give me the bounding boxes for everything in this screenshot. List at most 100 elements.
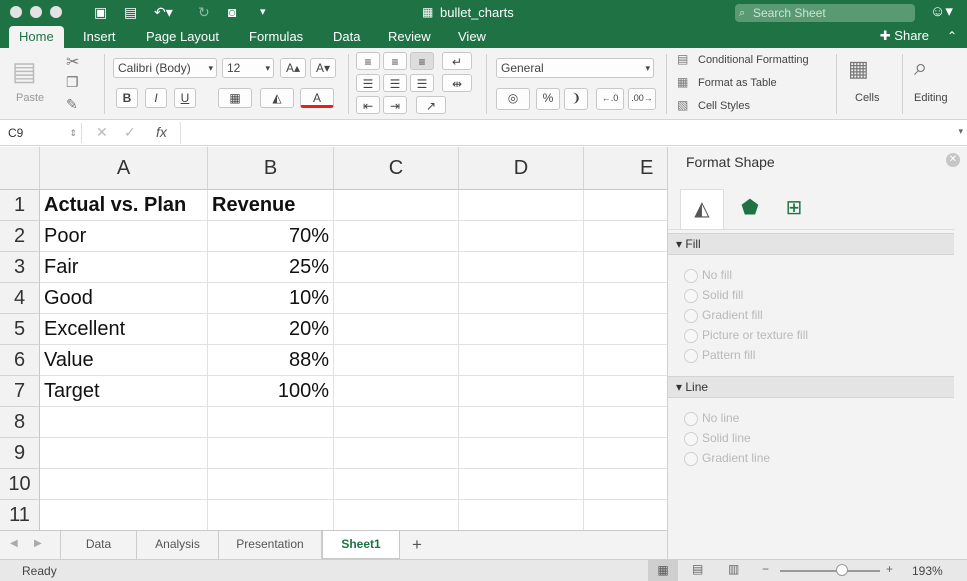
decrease-indent-button[interactable]: ⇤ [356,96,380,114]
normal-view-icon[interactable]: ▦ [648,560,678,581]
cell[interactable] [40,500,208,530]
cell[interactable] [459,221,584,252]
cell[interactable] [459,407,584,438]
tab-data[interactable]: Data [333,26,360,48]
zoom-slider-thumb[interactable] [836,564,848,576]
cell[interactable]: Fair [40,252,208,283]
comma-style-button[interactable]: ❩ [564,88,588,110]
no-line-option[interactable]: No line [684,410,739,426]
add-sheet-button[interactable]: + [412,535,422,555]
italic-button[interactable]: I [145,88,167,108]
cell[interactable] [208,438,334,469]
previous-sheet-icon[interactable]: ◀ [10,538,18,549]
picture-texture-fill-option[interactable]: Picture or texture fill [684,327,808,343]
cell[interactable] [334,376,459,407]
orientation-button[interactable]: ↗ [416,96,446,114]
row-header[interactable]: 3 [0,252,40,283]
column-header-a[interactable]: A [40,147,208,190]
cell[interactable]: 100% [208,376,334,407]
paste-icon[interactable]: ▤ [12,56,37,87]
row-header[interactable]: 1 [0,190,40,221]
cell[interactable]: Value [40,345,208,376]
cell[interactable] [334,345,459,376]
name-box[interactable]: C9 ⇕ [4,123,82,143]
undo-icon[interactable]: ↶▾ [154,4,173,20]
cell-styles-button[interactable]: Cell Styles [698,100,750,112]
cell[interactable] [334,221,459,252]
cell[interactable] [584,500,667,530]
line-section-header[interactable]: ▾ Line [668,376,954,398]
cell[interactable] [459,500,584,530]
font-name-select[interactable]: Calibri (Body) ▾ [113,58,217,78]
zoom-level[interactable]: 193% [912,564,943,578]
cell[interactable] [208,407,334,438]
gradient-line-option[interactable]: Gradient line [684,450,770,466]
increase-indent-button[interactable]: ⇥ [383,96,407,114]
column-header-b[interactable]: B [208,147,334,190]
sheet-tab-data[interactable]: Data [60,531,136,559]
cell[interactable] [584,345,667,376]
align-top-button[interactable]: ≡ [356,52,380,70]
customize-toolbar-icon[interactable]: ▾ [260,4,266,20]
zoom-slider[interactable] [780,570,880,572]
cell[interactable]: Revenue [208,190,334,221]
tab-home[interactable]: Home [9,26,64,48]
format-as-table-button[interactable]: Format as Table [698,77,777,89]
select-all-corner[interactable] [0,147,40,190]
fill-section-header[interactable]: ▾ Fill [668,233,954,255]
no-fill-option[interactable]: No fill [684,267,732,283]
cell[interactable] [208,500,334,530]
wrap-text-button[interactable]: ↵ [442,52,472,70]
cells-icon[interactable]: ▦ [848,56,869,82]
row-header[interactable]: 11 [0,500,40,530]
sidebar-toggle-icon[interactable]: ▣ [94,4,107,20]
cell[interactable] [40,438,208,469]
conditional-formatting-button[interactable]: Conditional Formatting [698,54,809,66]
align-right-button[interactable]: ☰ [410,74,434,92]
increase-font-size-button[interactable]: A▴ [280,58,306,78]
number-format-select[interactable]: General ▾ [496,58,654,78]
copy-icon[interactable]: ❐ [66,74,79,91]
tab-formulas[interactable]: Formulas [249,26,303,48]
font-size-select[interactable]: 12 ▾ [222,58,274,78]
cell[interactable] [584,221,667,252]
cut-icon[interactable]: ✂ [66,52,79,72]
fill-line-tab[interactable]: ◭ [680,189,724,229]
effects-tab[interactable]: ⬟ [728,189,772,229]
row-header[interactable]: 7 [0,376,40,407]
cell[interactable]: Target [40,376,208,407]
tab-view[interactable]: View [458,26,486,48]
tab-insert[interactable]: Insert [83,26,116,48]
cell[interactable] [584,438,667,469]
gradient-fill-option[interactable]: Gradient fill [684,307,763,323]
page-break-view-icon[interactable]: ▥ [728,562,739,576]
decrease-font-size-button[interactable]: A▾ [310,58,336,78]
merge-cells-button[interactable]: ⇹ [442,74,472,92]
tab-review[interactable]: Review [388,26,431,48]
cell[interactable]: 20% [208,314,334,345]
row-header[interactable]: 5 [0,314,40,345]
cell[interactable] [584,283,667,314]
column-header-c[interactable]: C [334,147,459,190]
increase-decimal-button[interactable]: ←.0 [596,88,624,110]
decrease-decimal-button[interactable]: .00→ [628,88,656,110]
share-button[interactable]: ✚ Share [880,28,929,44]
cell[interactable]: Good [40,283,208,314]
enter-icon[interactable]: ✓ [124,124,136,141]
tab-page-layout[interactable]: Page Layout [146,26,219,48]
column-header-e[interactable]: E [584,147,667,190]
zoom-in-button[interactable]: + [886,562,893,576]
underline-button[interactable]: U [174,88,196,108]
cell[interactable] [334,469,459,500]
cell[interactable] [334,500,459,530]
borders-button[interactable]: ▦ [218,88,252,108]
solid-line-option[interactable]: Solid line [684,430,751,446]
cell[interactable] [584,190,667,221]
percent-style-button[interactable]: % [536,88,560,110]
font-color-button[interactable]: A [300,88,334,108]
zoom-out-button[interactable]: − [762,562,769,576]
cell[interactable] [459,314,584,345]
cell[interactable]: 25% [208,252,334,283]
cell[interactable] [459,376,584,407]
sheet-tab-presentation[interactable]: Presentation [218,531,322,559]
